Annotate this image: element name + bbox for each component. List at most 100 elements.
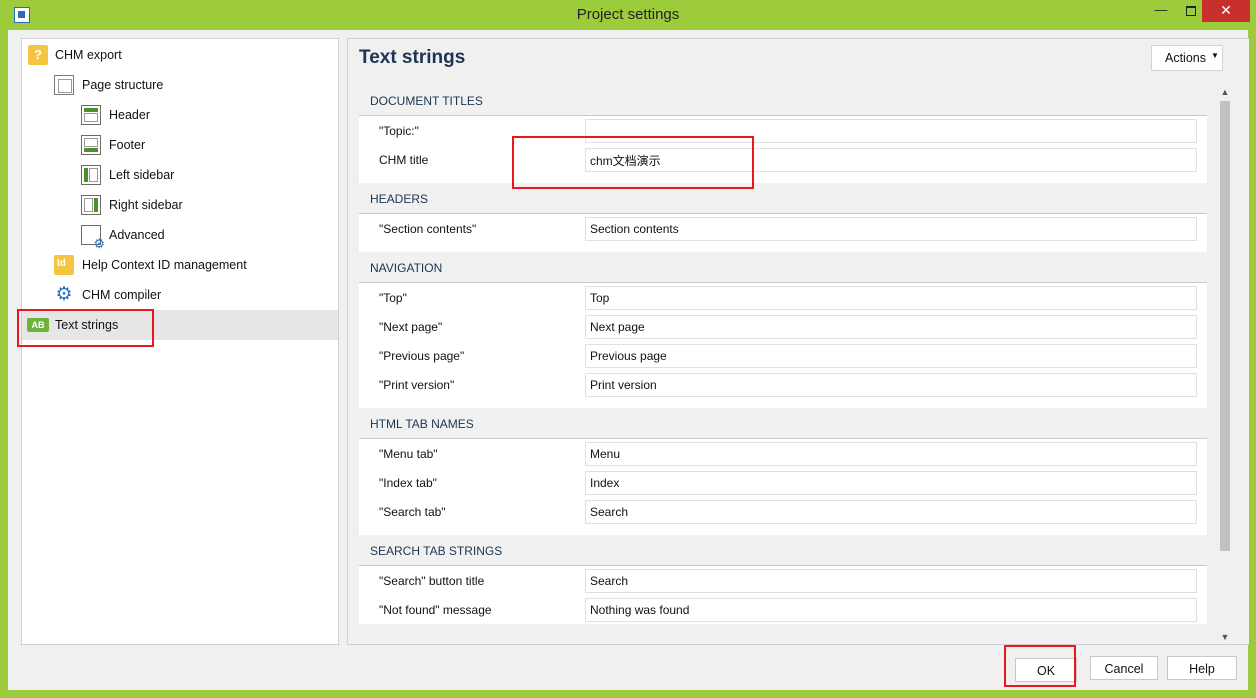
field-row: "Section contents" bbox=[359, 214, 1207, 243]
field-row: "Next page" bbox=[359, 312, 1207, 341]
field-label: "Topic:" bbox=[379, 124, 419, 138]
tree-item-label: CHM compiler bbox=[82, 288, 162, 302]
field-label: "Previous page" bbox=[379, 349, 465, 363]
field-row: "Menu tab" bbox=[359, 439, 1207, 468]
tree-item-label: Page structure bbox=[82, 78, 164, 92]
tree-item-label: Right sidebar bbox=[109, 198, 183, 212]
field-row: "Not found" message bbox=[359, 595, 1207, 624]
print-version-field[interactable] bbox=[585, 373, 1197, 397]
field-row: "Search" button title bbox=[359, 566, 1207, 595]
section-header: NAVIGATION bbox=[359, 252, 1207, 283]
section-spacer bbox=[359, 399, 1207, 408]
right-sidebar-layout-icon bbox=[81, 195, 101, 215]
tree-item-label: CHM export bbox=[55, 48, 122, 62]
close-button[interactable]: ✕ bbox=[1202, 0, 1250, 22]
top-field[interactable] bbox=[585, 286, 1197, 310]
not-found-message-field[interactable] bbox=[585, 598, 1197, 622]
section-spacer bbox=[359, 174, 1207, 183]
tree-item-right-sidebar[interactable]: Right sidebar bbox=[22, 190, 338, 220]
section-header-label: HEADERS bbox=[370, 192, 429, 206]
topic-field[interactable] bbox=[585, 119, 1197, 143]
section-header-label: SEARCH TAB STRINGS bbox=[370, 544, 503, 558]
tree-item-text-strings[interactable]: AB Text strings bbox=[22, 310, 338, 340]
chm-title-field[interactable] bbox=[585, 148, 1197, 172]
context-id-icon: Id bbox=[54, 255, 74, 275]
field-row: "Index tab" bbox=[359, 468, 1207, 497]
text-strings-form: DOCUMENT TITLES "Topic:" CHM title HEADE… bbox=[359, 85, 1207, 644]
section-spacer bbox=[359, 243, 1207, 252]
dialog-client-area: ? CHM export Page structure Header Foote… bbox=[8, 30, 1249, 690]
scroll-down-arrow-icon[interactable]: ▼ bbox=[1218, 630, 1232, 644]
close-icon: ✕ bbox=[1220, 2, 1232, 18]
field-label: "Search tab" bbox=[379, 505, 446, 519]
section-spacer bbox=[359, 526, 1207, 535]
cancel-button[interactable]: Cancel bbox=[1090, 656, 1158, 680]
tree-item-page-structure[interactable]: Page structure bbox=[22, 70, 338, 100]
field-label: "Index tab" bbox=[379, 476, 437, 490]
tree-item-label: Header bbox=[109, 108, 150, 122]
field-label: "Top" bbox=[379, 291, 407, 305]
help-button[interactable]: Help bbox=[1167, 656, 1237, 680]
tree-item-label: Advanced bbox=[109, 228, 165, 242]
minimize-button[interactable]: — bbox=[1146, 0, 1176, 22]
tree-item-chm-export[interactable]: ? CHM export bbox=[22, 40, 338, 70]
window-title: Project settings bbox=[576, 6, 680, 23]
tree-item-left-sidebar[interactable]: Left sidebar bbox=[22, 160, 338, 190]
field-label: "Not found" message bbox=[379, 603, 492, 617]
field-row: CHM title bbox=[359, 145, 1207, 174]
scroll-up-arrow-icon[interactable]: ▲ bbox=[1218, 85, 1232, 99]
index-tab-field[interactable] bbox=[585, 471, 1197, 495]
tree-item-help-context-id[interactable]: Id Help Context ID management bbox=[22, 250, 338, 280]
scrollbar-thumb[interactable] bbox=[1220, 101, 1230, 551]
text-strings-ab-icon: AB bbox=[27, 318, 49, 332]
actions-dropdown-button[interactable]: Actions ▼ bbox=[1151, 45, 1223, 71]
section-header: SEARCH TAB STRINGS bbox=[359, 535, 1207, 566]
field-row: "Search tab" bbox=[359, 497, 1207, 526]
section-header-label: NAVIGATION bbox=[370, 261, 443, 275]
settings-tree: ? CHM export Page structure Header Foote… bbox=[21, 38, 339, 645]
section-navigation: NAVIGATION "Top" "Next page" "Previous p… bbox=[359, 252, 1207, 408]
caret-down-icon: ▼ bbox=[1211, 51, 1219, 60]
advanced-settings-icon bbox=[81, 225, 105, 250]
section-header-label: DOCUMENT TITLES bbox=[370, 94, 483, 108]
tree-item-footer[interactable]: Footer bbox=[22, 130, 338, 160]
section-headers: HEADERS "Section contents" bbox=[359, 183, 1207, 252]
title-bar: Project settings — ✕ bbox=[0, 0, 1256, 30]
vertical-scrollbar[interactable]: ▲ ▼ bbox=[1218, 85, 1232, 644]
maximize-icon bbox=[1186, 6, 1196, 16]
menu-tab-field[interactable] bbox=[585, 442, 1197, 466]
tree-item-label: Text strings bbox=[55, 318, 119, 332]
field-label: "Next page" bbox=[379, 320, 443, 334]
left-sidebar-layout-icon bbox=[81, 165, 101, 185]
tree-item-label: Help Context ID management bbox=[82, 258, 247, 272]
section-header: DOCUMENT TITLES bbox=[359, 85, 1207, 116]
next-page-field[interactable] bbox=[585, 315, 1197, 339]
previous-page-field[interactable] bbox=[585, 344, 1197, 368]
field-label: CHM title bbox=[379, 153, 429, 167]
field-row: "Top" bbox=[359, 283, 1207, 312]
field-label: "Search" button title bbox=[379, 574, 485, 588]
tree-item-header[interactable]: Header bbox=[22, 100, 338, 130]
gears-icon: ⚙ bbox=[55, 284, 73, 305]
section-contents-field[interactable] bbox=[585, 217, 1197, 241]
actions-label: Actions bbox=[1165, 51, 1206, 65]
chm-export-icon: ? bbox=[28, 45, 48, 65]
minimize-icon: — bbox=[1154, 2, 1168, 17]
settings-panel: Text strings Actions ▼ DOCUMENT TITLES "… bbox=[347, 38, 1249, 645]
search-button-title-field[interactable] bbox=[585, 569, 1197, 593]
section-header-label: HTML TAB NAMES bbox=[370, 417, 474, 431]
section-document-titles: DOCUMENT TITLES "Topic:" CHM title bbox=[359, 85, 1207, 183]
header-layout-icon bbox=[81, 105, 101, 125]
page-title: Text strings bbox=[359, 47, 466, 68]
section-header: HTML TAB NAMES bbox=[359, 408, 1207, 439]
search-tab-field[interactable] bbox=[585, 500, 1197, 524]
field-row: "Topic:" bbox=[359, 116, 1207, 145]
field-row: "Print version" bbox=[359, 370, 1207, 399]
tree-item-label: Footer bbox=[109, 138, 146, 152]
ok-button[interactable]: OK bbox=[1015, 658, 1077, 682]
tree-item-advanced[interactable]: Advanced bbox=[22, 220, 338, 250]
field-label: "Menu tab" bbox=[379, 447, 438, 461]
tree-item-label: Left sidebar bbox=[109, 168, 175, 182]
section-search-tab-strings: SEARCH TAB STRINGS "Search" button title… bbox=[359, 535, 1207, 624]
tree-item-chm-compiler[interactable]: ⚙ CHM compiler bbox=[22, 280, 338, 310]
